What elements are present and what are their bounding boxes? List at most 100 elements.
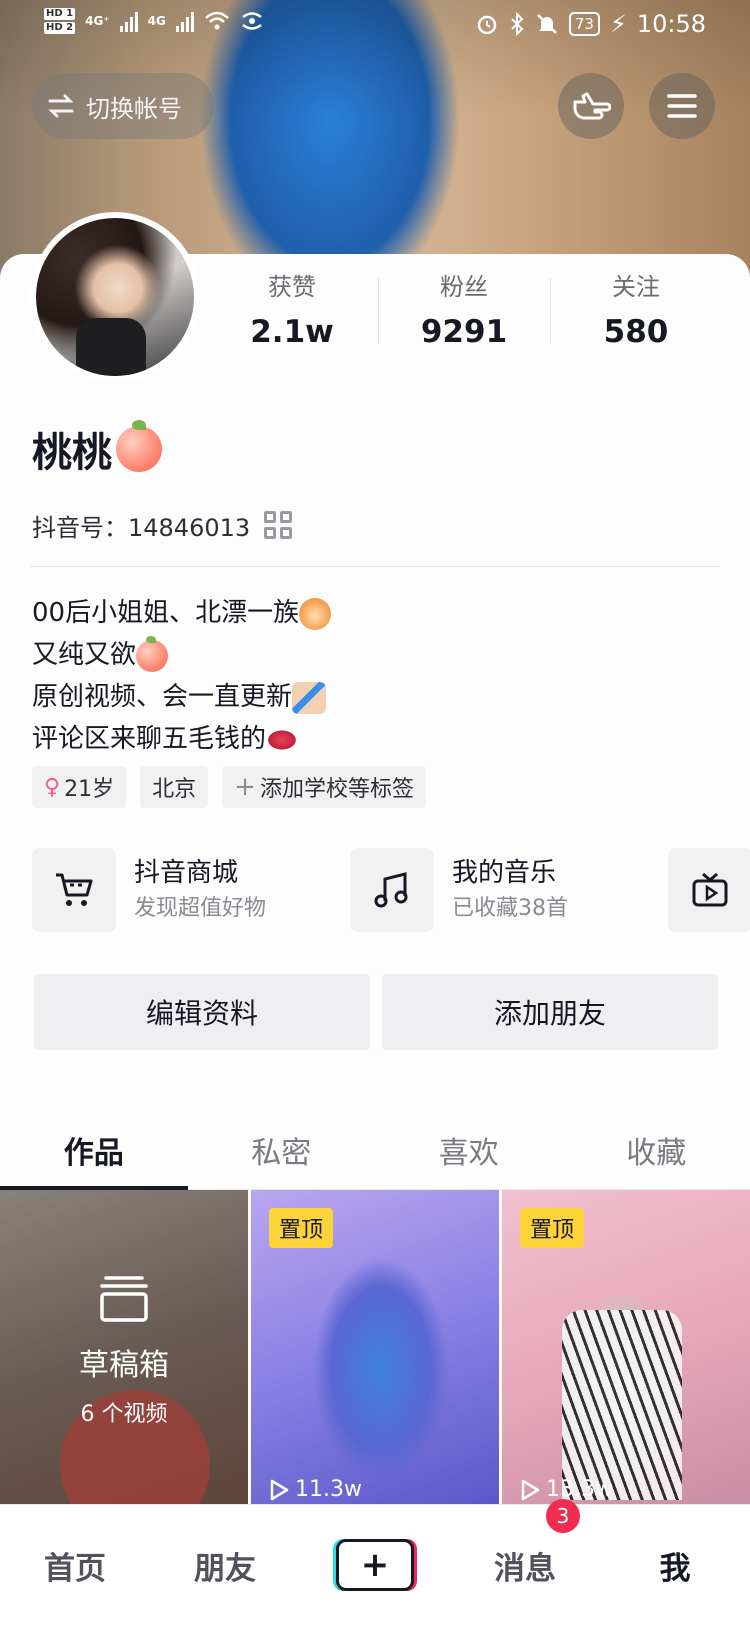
stat-value: 9291 (420, 314, 508, 350)
view-count: 13.3w (520, 1477, 613, 1502)
tag-add-school-label: 添加学校等标签 (259, 777, 414, 802)
service-subtitle: 发现超值好物 (134, 896, 267, 921)
nickname-text: 桃桃 (32, 430, 112, 476)
stat-label: 粉丝 (440, 273, 488, 301)
service-title: 抖音商城 (134, 858, 239, 888)
add-friends-button[interactable]: 添加朋友 (382, 974, 718, 1050)
video-tile[interactable]: 置顶 13.3w (502, 1190, 750, 1504)
hd2-label: HD 2 (44, 22, 76, 34)
clock: 10:58 (636, 10, 706, 38)
bio-line-4: 评论区来聊五毛钱的 (32, 718, 331, 760)
stat-value: 580 (603, 314, 669, 350)
service-music[interactable]: 我的音乐 已收藏38首 (350, 848, 668, 932)
mute-icon (536, 14, 557, 34)
bio-line-3: 原创视频、会一直更新 (32, 676, 331, 718)
play-outline-icon (270, 1479, 289, 1500)
view-count-text: 13.3w (546, 1477, 613, 1502)
switch-account-label: 切换帐号 (86, 94, 182, 123)
menu-button[interactable] (649, 73, 715, 139)
divider (30, 566, 720, 567)
nav-me[interactable]: 我 (600, 1543, 750, 1588)
drafts-count: 6 个视频 (80, 1402, 168, 1427)
create-button[interactable]: + (336, 1539, 414, 1591)
wifi-icon (205, 11, 229, 30)
drafts-box-icon (100, 1276, 148, 1322)
status-bar: HD 1 HD 2 4G⁺ 4G 73 ⚡ 10:58 (0, 0, 750, 52)
service-title: 我的音乐 (452, 858, 557, 888)
tab-works[interactable]: 作品 (0, 1110, 188, 1190)
hotspot-icon (242, 12, 262, 30)
service-icon-box (668, 848, 750, 932)
drafts-tile[interactable]: 草稿箱 6 个视频 (0, 1190, 248, 1504)
tag-add-school[interactable]: + 添加学校等标签 (222, 766, 426, 808)
bio: 00后小姐姐、北漂一族 又纯又欲 原创视频、会一直更新 评论区来聊五毛钱的 (32, 592, 332, 760)
nav-home[interactable]: 首页 (0, 1543, 150, 1588)
nav-create[interactable]: + (300, 1539, 450, 1591)
stat-following[interactable]: 关注 580 (550, 270, 722, 350)
visitor-button[interactable] (558, 73, 624, 139)
tag-city[interactable]: 北京 (140, 766, 209, 808)
battery-indicator: 73 (568, 12, 600, 36)
stat-value: 2.1w (250, 314, 334, 350)
edit-profile-button[interactable]: 编辑资料 (34, 974, 370, 1050)
bluetooth-icon (511, 12, 524, 36)
plus-icon: + (360, 1545, 390, 1585)
bio-text: 原创视频、会一直更新 (32, 682, 293, 712)
hd-indicators: HD 1 HD 2 (44, 8, 76, 34)
pointing-hand-icon (573, 92, 611, 120)
stats-row: 获赞 2.1w 粉丝 9291 关注 580 (206, 270, 722, 350)
tag-city-label: 北京 (152, 777, 197, 802)
tv-play-icon (692, 872, 728, 907)
bio-line-2: 又纯又欲 (32, 634, 331, 676)
nav-friends[interactable]: 朋友 (150, 1543, 300, 1588)
stat-followers[interactable]: 粉丝 9291 (378, 270, 550, 350)
services-row: 抖音商城 发现超值好物 我的音乐 已收藏38首 (32, 848, 750, 932)
stat-label: 关注 (612, 273, 660, 301)
plus-icon: + (234, 772, 256, 802)
douyin-id-row: 抖音号：14846013 (32, 508, 294, 543)
video-grid: 草稿箱 6 个视频 置顶 11.3w 置顶 13.3w (0, 1190, 750, 1504)
play-outline-icon (521, 1479, 540, 1500)
service-icon-box (32, 848, 116, 932)
female-icon: ♀ (44, 774, 61, 800)
service-subtitle: 已收藏38首 (452, 896, 568, 921)
bio-text: 00后小姐姐、北漂一族 (32, 598, 300, 628)
service-icon-box (350, 848, 434, 932)
tab-private[interactable]: 私密 (188, 1110, 376, 1189)
stat-likes[interactable]: 获赞 2.1w (206, 270, 378, 350)
signal-icon (119, 10, 138, 32)
pinned-badge: 置顶 (520, 1208, 585, 1248)
net2-label: 4G (147, 14, 166, 28)
status-right: 73 ⚡ 10:58 (475, 10, 706, 38)
qr-code-icon[interactable] (264, 510, 294, 541)
charging-icon: ⚡ (609, 10, 627, 38)
video-tile[interactable]: 置顶 11.3w (251, 1190, 499, 1504)
switch-account-button[interactable]: 切换帐号 (32, 73, 214, 139)
nav-messages[interactable]: 消息 3 (450, 1498, 600, 1588)
view-count-text: 11.3w (295, 1477, 362, 1502)
service-texts: 我的音乐 已收藏38首 (452, 848, 568, 932)
status-left: HD 1 HD 2 4G⁺ 4G (44, 8, 264, 34)
tag-age[interactable]: ♀ 21岁 (32, 766, 127, 808)
alarm-icon (477, 15, 497, 35)
bottom-nav: 首页 朋友 + 消息 3 我 (0, 1498, 750, 1625)
peach-emoji-icon (116, 420, 162, 472)
drafts-content: 草稿箱 6 个视频 (0, 1274, 248, 1428)
service-video[interactable] (668, 848, 750, 932)
stat-label: 获赞 (268, 273, 316, 301)
tab-likes[interactable]: 喜欢 (375, 1110, 563, 1189)
hd1-label: HD 1 (44, 8, 76, 20)
tab-favorites[interactable]: 收藏 (563, 1110, 750, 1189)
lips-emoji-icon (266, 728, 299, 751)
service-shop[interactable]: 抖音商城 发现超值好物 (32, 848, 350, 932)
avatar[interactable] (30, 212, 200, 382)
bio-text: 又纯又欲 (32, 640, 137, 670)
nickname: 桃桃 (32, 420, 162, 478)
hamburger-icon (667, 94, 697, 118)
view-count: 11.3w (269, 1477, 362, 1502)
peach-emoji-icon (136, 635, 169, 672)
messages-badge: 3 (546, 1498, 580, 1533)
net1-label: 4G⁺ (85, 14, 110, 28)
douyin-id-value: 14846013 (128, 514, 251, 542)
bio-text: 评论区来聊五毛钱的 (32, 724, 267, 754)
